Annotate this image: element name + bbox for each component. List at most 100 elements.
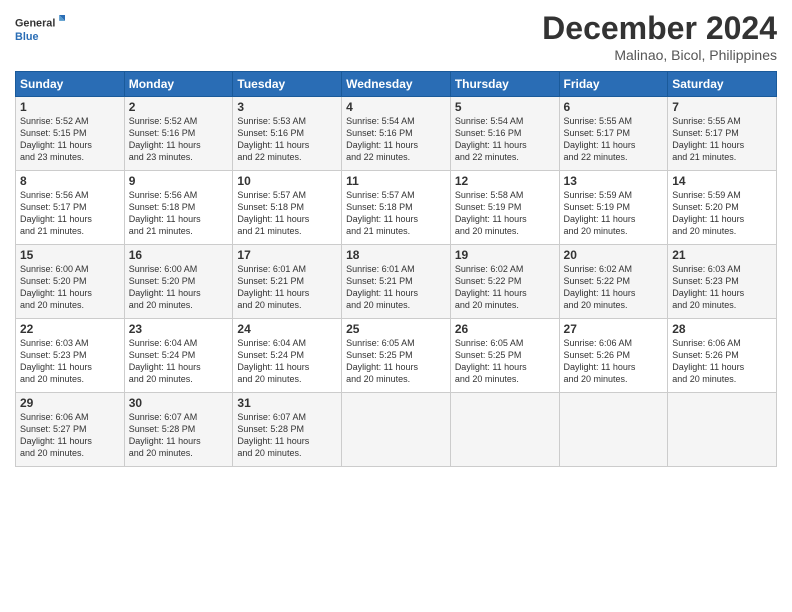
cell-4-6 — [668, 393, 777, 467]
day-number: 7 — [672, 100, 772, 114]
cell-1-3: 11Sunrise: 5:57 AM Sunset: 5:18 PM Dayli… — [342, 171, 451, 245]
header-sunday: Sunday — [16, 72, 125, 97]
header-row: SundayMondayTuesdayWednesdayThursdayFrid… — [16, 72, 777, 97]
day-number: 18 — [346, 248, 446, 262]
day-number: 20 — [564, 248, 664, 262]
week-row-1: 1Sunrise: 5:52 AM Sunset: 5:15 PM Daylig… — [16, 97, 777, 171]
day-info: Sunrise: 6:07 AM Sunset: 5:28 PM Dayligh… — [129, 411, 229, 460]
week-row-5: 29Sunrise: 6:06 AM Sunset: 5:27 PM Dayli… — [16, 393, 777, 467]
day-info: Sunrise: 6:00 AM Sunset: 5:20 PM Dayligh… — [20, 263, 120, 312]
day-info: Sunrise: 5:59 AM Sunset: 5:19 PM Dayligh… — [564, 189, 664, 238]
svg-text:General: General — [15, 18, 55, 30]
day-info: Sunrise: 6:05 AM Sunset: 5:25 PM Dayligh… — [346, 337, 446, 386]
cell-3-0: 22Sunrise: 6:03 AM Sunset: 5:23 PM Dayli… — [16, 319, 125, 393]
day-number: 22 — [20, 322, 120, 336]
day-info: Sunrise: 6:06 AM Sunset: 5:26 PM Dayligh… — [564, 337, 664, 386]
day-info: Sunrise: 5:56 AM Sunset: 5:18 PM Dayligh… — [129, 189, 229, 238]
day-number: 28 — [672, 322, 772, 336]
day-info: Sunrise: 6:03 AM Sunset: 5:23 PM Dayligh… — [20, 337, 120, 386]
day-number: 15 — [20, 248, 120, 262]
day-number: 12 — [455, 174, 555, 188]
day-info: Sunrise: 6:04 AM Sunset: 5:24 PM Dayligh… — [129, 337, 229, 386]
logo: General Blue — [15, 10, 65, 50]
day-number: 31 — [237, 396, 337, 410]
cell-3-1: 23Sunrise: 6:04 AM Sunset: 5:24 PM Dayli… — [124, 319, 233, 393]
day-number: 10 — [237, 174, 337, 188]
day-number: 19 — [455, 248, 555, 262]
cell-1-4: 12Sunrise: 5:58 AM Sunset: 5:19 PM Dayli… — [450, 171, 559, 245]
title-block: December 2024 Malinao, Bicol, Philippine… — [542, 10, 777, 63]
cell-4-4 — [450, 393, 559, 467]
cell-4-5 — [559, 393, 668, 467]
day-number: 5 — [455, 100, 555, 114]
day-info: Sunrise: 5:52 AM Sunset: 5:15 PM Dayligh… — [20, 115, 120, 164]
cell-1-2: 10Sunrise: 5:57 AM Sunset: 5:18 PM Dayli… — [233, 171, 342, 245]
cell-1-1: 9Sunrise: 5:56 AM Sunset: 5:18 PM Daylig… — [124, 171, 233, 245]
day-number: 29 — [20, 396, 120, 410]
day-number: 26 — [455, 322, 555, 336]
day-info: Sunrise: 6:02 AM Sunset: 5:22 PM Dayligh… — [564, 263, 664, 312]
day-info: Sunrise: 6:03 AM Sunset: 5:23 PM Dayligh… — [672, 263, 772, 312]
day-number: 2 — [129, 100, 229, 114]
day-number: 21 — [672, 248, 772, 262]
day-info: Sunrise: 5:54 AM Sunset: 5:16 PM Dayligh… — [346, 115, 446, 164]
day-number: 23 — [129, 322, 229, 336]
day-number: 25 — [346, 322, 446, 336]
cell-2-2: 17Sunrise: 6:01 AM Sunset: 5:21 PM Dayli… — [233, 245, 342, 319]
day-info: Sunrise: 5:53 AM Sunset: 5:16 PM Dayligh… — [237, 115, 337, 164]
day-info: Sunrise: 6:06 AM Sunset: 5:27 PM Dayligh… — [20, 411, 120, 460]
day-info: Sunrise: 5:58 AM Sunset: 5:19 PM Dayligh… — [455, 189, 555, 238]
cell-3-4: 26Sunrise: 6:05 AM Sunset: 5:25 PM Dayli… — [450, 319, 559, 393]
header: General Blue December 2024 Malinao, Bico… — [15, 10, 777, 63]
cell-2-0: 15Sunrise: 6:00 AM Sunset: 5:20 PM Dayli… — [16, 245, 125, 319]
week-row-4: 22Sunrise: 6:03 AM Sunset: 5:23 PM Dayli… — [16, 319, 777, 393]
svg-text:Blue: Blue — [15, 31, 38, 43]
day-info: Sunrise: 6:05 AM Sunset: 5:25 PM Dayligh… — [455, 337, 555, 386]
header-monday: Monday — [124, 72, 233, 97]
day-number: 14 — [672, 174, 772, 188]
cell-2-6: 21Sunrise: 6:03 AM Sunset: 5:23 PM Dayli… — [668, 245, 777, 319]
cell-3-6: 28Sunrise: 6:06 AM Sunset: 5:26 PM Dayli… — [668, 319, 777, 393]
cell-0-1: 2Sunrise: 5:52 AM Sunset: 5:16 PM Daylig… — [124, 97, 233, 171]
cell-0-0: 1Sunrise: 5:52 AM Sunset: 5:15 PM Daylig… — [16, 97, 125, 171]
day-number: 11 — [346, 174, 446, 188]
cell-4-3 — [342, 393, 451, 467]
cell-2-5: 20Sunrise: 6:02 AM Sunset: 5:22 PM Dayli… — [559, 245, 668, 319]
day-info: Sunrise: 6:02 AM Sunset: 5:22 PM Dayligh… — [455, 263, 555, 312]
cell-3-2: 24Sunrise: 6:04 AM Sunset: 5:24 PM Dayli… — [233, 319, 342, 393]
day-number: 30 — [129, 396, 229, 410]
day-info: Sunrise: 6:01 AM Sunset: 5:21 PM Dayligh… — [237, 263, 337, 312]
month-title: December 2024 — [542, 10, 777, 47]
cell-1-5: 13Sunrise: 5:59 AM Sunset: 5:19 PM Dayli… — [559, 171, 668, 245]
cell-2-3: 18Sunrise: 6:01 AM Sunset: 5:21 PM Dayli… — [342, 245, 451, 319]
cell-4-0: 29Sunrise: 6:06 AM Sunset: 5:27 PM Dayli… — [16, 393, 125, 467]
day-info: Sunrise: 5:52 AM Sunset: 5:16 PM Dayligh… — [129, 115, 229, 164]
cell-0-6: 7Sunrise: 5:55 AM Sunset: 5:17 PM Daylig… — [668, 97, 777, 171]
day-info: Sunrise: 6:01 AM Sunset: 5:21 PM Dayligh… — [346, 263, 446, 312]
day-info: Sunrise: 5:59 AM Sunset: 5:20 PM Dayligh… — [672, 189, 772, 238]
day-info: Sunrise: 5:54 AM Sunset: 5:16 PM Dayligh… — [455, 115, 555, 164]
day-info: Sunrise: 5:55 AM Sunset: 5:17 PM Dayligh… — [564, 115, 664, 164]
week-row-2: 8Sunrise: 5:56 AM Sunset: 5:17 PM Daylig… — [16, 171, 777, 245]
header-tuesday: Tuesday — [233, 72, 342, 97]
cell-4-1: 30Sunrise: 6:07 AM Sunset: 5:28 PM Dayli… — [124, 393, 233, 467]
cell-3-3: 25Sunrise: 6:05 AM Sunset: 5:25 PM Dayli… — [342, 319, 451, 393]
day-info: Sunrise: 5:55 AM Sunset: 5:17 PM Dayligh… — [672, 115, 772, 164]
day-number: 6 — [564, 100, 664, 114]
day-number: 17 — [237, 248, 337, 262]
day-number: 3 — [237, 100, 337, 114]
calendar-table: SundayMondayTuesdayWednesdayThursdayFrid… — [15, 71, 777, 467]
cell-0-3: 4Sunrise: 5:54 AM Sunset: 5:16 PM Daylig… — [342, 97, 451, 171]
day-number: 13 — [564, 174, 664, 188]
cell-0-5: 6Sunrise: 5:55 AM Sunset: 5:17 PM Daylig… — [559, 97, 668, 171]
cell-2-4: 19Sunrise: 6:02 AM Sunset: 5:22 PM Dayli… — [450, 245, 559, 319]
header-saturday: Saturday — [668, 72, 777, 97]
day-info: Sunrise: 6:00 AM Sunset: 5:20 PM Dayligh… — [129, 263, 229, 312]
cell-3-5: 27Sunrise: 6:06 AM Sunset: 5:26 PM Dayli… — [559, 319, 668, 393]
day-info: Sunrise: 6:04 AM Sunset: 5:24 PM Dayligh… — [237, 337, 337, 386]
header-wednesday: Wednesday — [342, 72, 451, 97]
day-info: Sunrise: 6:07 AM Sunset: 5:28 PM Dayligh… — [237, 411, 337, 460]
logo-svg: General Blue — [15, 10, 65, 50]
day-number: 1 — [20, 100, 120, 114]
cell-0-2: 3Sunrise: 5:53 AM Sunset: 5:16 PM Daylig… — [233, 97, 342, 171]
